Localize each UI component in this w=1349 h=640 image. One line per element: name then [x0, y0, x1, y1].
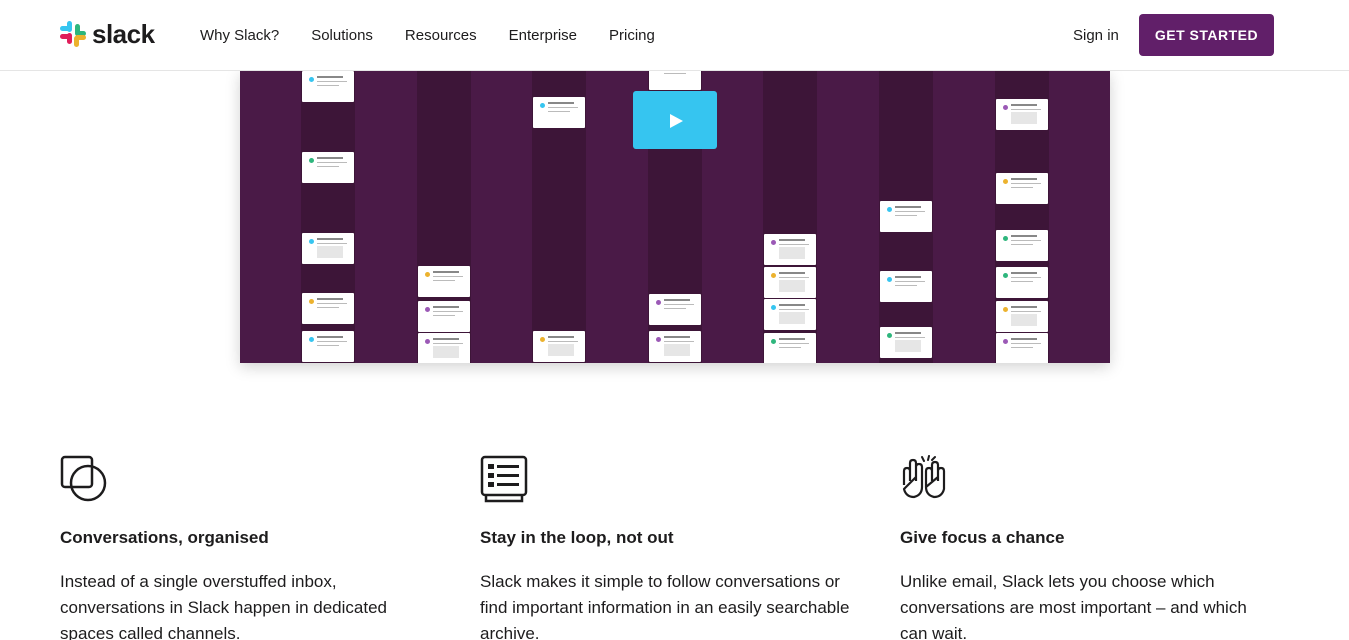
message-card: [880, 327, 932, 358]
nav-link-enterprise[interactable]: Enterprise: [509, 26, 577, 45]
message-card: [302, 233, 354, 264]
play-icon[interactable]: [633, 91, 717, 149]
video-column: [301, 71, 355, 363]
get-started-button[interactable]: GET STARTED: [1139, 14, 1274, 56]
feature-stay-in-loop: Stay in the loop, not out Slack makes it…: [480, 455, 860, 640]
video-column: [532, 71, 586, 363]
sign-in-link[interactable]: Sign in: [1073, 26, 1119, 45]
slack-hash-icon: [60, 21, 86, 47]
message-card: [764, 333, 816, 363]
high-five-icon: [902, 455, 946, 499]
message-card: [996, 230, 1048, 261]
feature-body: Slack makes it simple to follow conversa…: [480, 572, 850, 640]
message-card: [764, 267, 816, 298]
message-card: [996, 99, 1048, 130]
message-card: [418, 266, 470, 297]
message-card: [880, 201, 932, 232]
message-card: [302, 293, 354, 324]
nav-link-why-slack[interactable]: Why Slack?: [200, 26, 279, 45]
feature-title: Stay in the loop, not out: [480, 528, 674, 547]
nav-link-solutions[interactable]: Solutions: [311, 26, 373, 45]
video-column: [417, 71, 471, 363]
message-card: [533, 331, 585, 362]
message-card: [649, 71, 701, 90]
message-card: [880, 271, 932, 302]
feature-title: Conversations, organised: [60, 528, 269, 547]
video-column: [879, 71, 933, 363]
message-card: [996, 173, 1048, 204]
slack-logo[interactable]: slack: [60, 21, 155, 47]
product-video[interactable]: [240, 71, 1110, 363]
video-column: [995, 71, 1049, 363]
overlapping-squares-icon: [60, 455, 107, 502]
video-column: [763, 71, 817, 363]
message-card: [302, 152, 354, 183]
message-card: [996, 301, 1048, 332]
nav-links: Why Slack? Solutions Resources Enterpris…: [200, 26, 687, 45]
feature-body: Unlike email, Slack lets you choose whic…: [900, 572, 1247, 640]
feature-focus: Give focus a chance Unlike email, Slack …: [900, 455, 1280, 640]
nav-link-resources[interactable]: Resources: [405, 26, 477, 45]
message-card: [764, 299, 816, 330]
feature-conversations: Conversations, organised Instead of a si…: [60, 455, 440, 640]
top-nav: slack Why Slack? Solutions Resources Ent…: [0, 0, 1349, 71]
message-card: [764, 234, 816, 265]
message-card: [649, 294, 701, 325]
message-card: [302, 331, 354, 362]
message-card: [533, 97, 585, 128]
message-card: [302, 71, 354, 102]
message-card: [996, 267, 1048, 298]
feature-title: Give focus a chance: [900, 528, 1065, 547]
message-card: [649, 331, 701, 362]
message-card: [418, 301, 470, 332]
list-document-icon: [480, 455, 528, 503]
feature-body: Instead of a single overstuffed inbox, c…: [60, 572, 387, 640]
logo-wordmark: slack: [92, 19, 155, 49]
message-card: [418, 333, 470, 363]
message-card: [996, 333, 1048, 363]
nav-link-pricing[interactable]: Pricing: [609, 26, 655, 45]
